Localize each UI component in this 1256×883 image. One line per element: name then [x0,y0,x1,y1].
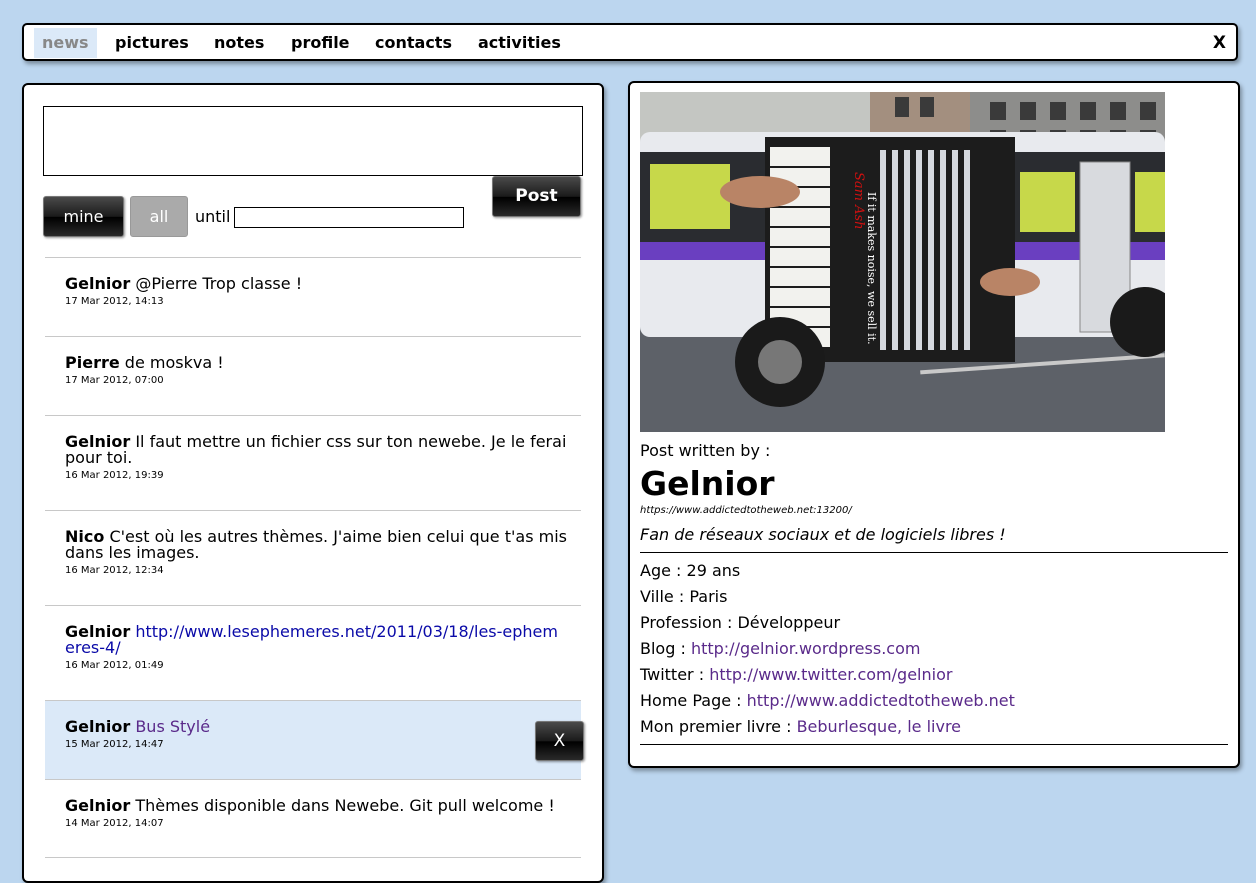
delete-button[interactable]: X [535,721,584,761]
tab-pictures[interactable]: pictures [107,28,197,58]
book-link[interactable]: Beburlesque, le livre [797,717,961,736]
news-author[interactable]: Gelnior [65,717,130,736]
news-panel: Post mine all until Gelnior @Pierre Trop… [22,83,604,883]
until-label: until [195,207,231,226]
tab-news[interactable]: news [34,28,97,58]
news-item[interactable]: Gelnior http://www.lesephemeres.net/2011… [45,605,581,700]
news-item[interactable]: Pierre de moskva ! 17 Mar 2012, 07:00 [45,336,581,415]
blog-link[interactable]: http://gelnior.wordpress.com [691,639,921,658]
news-date: 14 Mar 2012, 14:07 [65,818,164,829]
news-item[interactable]: Nico C'est où les autres thèmes. J'aime … [45,510,581,605]
all-filter-button[interactable]: all [130,196,188,237]
image-brand-text: Sam Ash [851,172,866,230]
news-feed: Gelnior @Pierre Trop classe ! 17 Mar 201… [45,257,584,858]
top-nav-bar: news pictures notes profile contacts act… [22,23,1238,61]
field-profession: Profession : Développeur [640,613,841,632]
field-ville: Ville : Paris [640,587,728,606]
homepage-link[interactable]: http://www.addictedtotheweb.net [747,691,1015,710]
field-age: Age : 29 ans [640,561,741,580]
bus-accordion-photo: Sam Ash If it makes noise, we sell it. [640,92,1165,432]
news-item[interactable]: Gelnior Il faut mettre un fichier css su… [45,415,581,510]
author-tagline: Fan de réseaux sociaux et de logiciels l… [640,525,1006,544]
field-homepage: Home Page : http://www.addictedtotheweb.… [640,691,1015,710]
close-icon[interactable]: X [1213,28,1226,58]
news-item-selected[interactable]: Gelnior Bus Stylé 15 Mar 2012, 14:47 X [45,700,584,779]
tab-activities[interactable]: activities [470,28,569,58]
tab-notes[interactable]: notes [206,28,272,58]
until-date-input[interactable] [234,207,464,228]
news-text: C'est où les autres thèmes. J'aime bien … [65,527,567,562]
compose-textarea[interactable] [43,106,583,176]
news-date: 15 Mar 2012, 14:47 [65,739,164,750]
news-author[interactable]: Gelnior [65,274,130,293]
news-date: 17 Mar 2012, 07:00 [65,375,164,386]
field-book: Mon premier livre : Beburlesque, le livr… [640,717,962,736]
news-date: 16 Mar 2012, 19:39 [65,470,164,481]
news-link[interactable]: Bus Stylé [135,717,210,736]
news-date: 16 Mar 2012, 01:49 [65,660,164,671]
post-image: Sam Ash If it makes noise, we sell it. [640,92,1165,432]
news-date: 17 Mar 2012, 14:13 [65,296,164,307]
post-detail-panel: Sam Ash If it makes noise, we sell it. P… [628,81,1240,768]
news-text: Il faut mettre un fichier css sur ton ne… [65,432,567,467]
mine-filter-button[interactable]: mine [43,196,124,237]
news-author[interactable]: Pierre [65,353,120,372]
news-date: 16 Mar 2012, 12:34 [65,565,164,576]
tab-profile[interactable]: profile [283,28,358,58]
news-item[interactable]: Gelnior Thèmes disponible dans Newebe. G… [45,779,581,858]
twitter-link[interactable]: http://www.twitter.com/gelnior [709,665,952,684]
tab-contacts[interactable]: contacts [367,28,460,58]
news-author[interactable]: Gelnior [65,796,130,815]
field-blog: Blog : http://gelnior.wordpress.com [640,639,921,658]
news-text: Thèmes disponible dans Newebe. Git pull … [135,796,555,815]
author-name: Gelnior [640,464,775,503]
written-by-label: Post written by : [640,441,771,460]
news-text: de moskva ! [124,353,224,372]
author-url[interactable]: https://www.addictedtotheweb.net:13200/ [640,505,1228,516]
field-twitter: Twitter : http://www.twitter.com/gelnior [640,665,953,684]
image-slogan-text: If it makes noise, we sell it. [865,192,878,345]
news-link[interactable]: http://www.lesephemeres.net/2011/03/18/l… [65,622,558,657]
divider [640,744,1228,745]
divider [640,552,1228,553]
news-text: @Pierre Trop classe ! [135,274,303,293]
news-item[interactable]: Gelnior @Pierre Trop classe ! 17 Mar 201… [45,257,581,336]
post-button[interactable]: Post [492,176,581,217]
